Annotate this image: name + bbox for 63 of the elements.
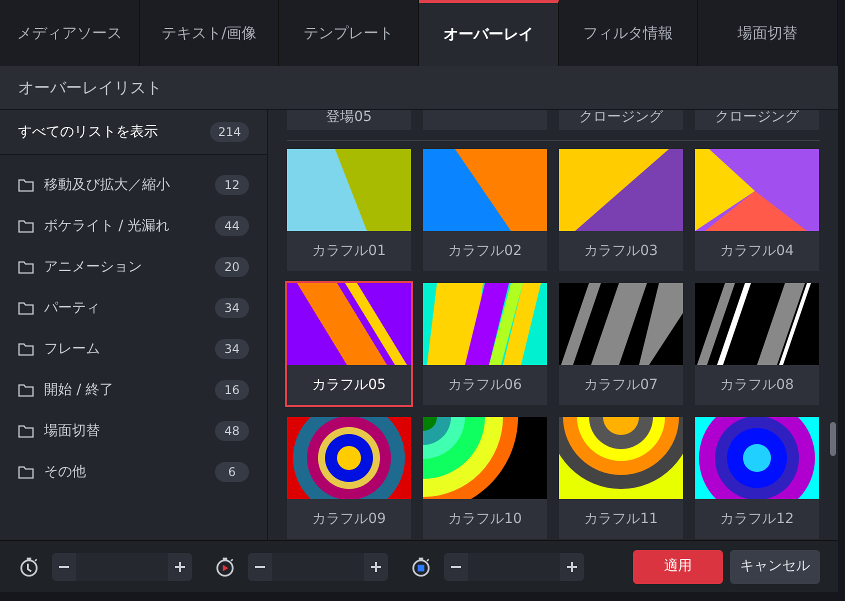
card-label: カラフル11 xyxy=(584,510,658,528)
count-badge: 34 xyxy=(215,298,249,318)
overlay-card[interactable]: カラフル05 xyxy=(287,283,411,405)
overlay-card[interactable]: カラフル12 xyxy=(695,417,819,539)
stopwatch-icon xyxy=(410,556,432,578)
count-badge: 44 xyxy=(215,216,249,236)
card-label: カラフル01 xyxy=(312,242,386,260)
overlay-card[interactable]: カラフル01 xyxy=(287,149,411,271)
card-label: カラフル05 xyxy=(312,376,386,394)
folder-icon xyxy=(18,178,34,192)
stopwatch-icon xyxy=(214,556,236,578)
cancel-button[interactable]: キャンセル xyxy=(730,550,820,584)
folder-item[interactable]: 移動及び拡大／縮小 xyxy=(44,174,205,196)
count-badge: 34 xyxy=(215,339,249,359)
folder-item[interactable]: ボケライト / 光漏れ xyxy=(44,216,205,236)
card-label: カラフル06 xyxy=(448,376,522,394)
folder-icon xyxy=(18,342,34,356)
overlay-card[interactable]: カラフル02 xyxy=(423,149,547,271)
count-badge: 20 xyxy=(215,257,249,277)
folder-item[interactable]: その他 xyxy=(44,462,205,482)
folder-item[interactable]: アニメーション xyxy=(44,256,205,278)
folder-icon xyxy=(18,260,34,274)
apply-button[interactable]: 適用 xyxy=(633,550,723,584)
tab[interactable]: オーバーレイ xyxy=(419,0,559,66)
overlay-card[interactable]: カラフル11 xyxy=(559,417,683,539)
overlay-card[interactable]: カラフル09 xyxy=(287,417,411,539)
list-header: オーバーレイリスト xyxy=(0,66,838,110)
folder-icon xyxy=(18,219,34,233)
count-badge: 16 xyxy=(215,380,249,400)
folder-item[interactable]: フレーム xyxy=(44,338,205,360)
card-label: 登場05 xyxy=(326,110,372,127)
card-label: クロージング xyxy=(579,110,663,127)
stopwatch-icon xyxy=(18,556,40,578)
count-badge: 214 xyxy=(210,122,249,142)
folder-icon xyxy=(18,424,34,438)
card-label: カラフル12 xyxy=(720,510,794,528)
card-label: カラフル09 xyxy=(312,510,386,528)
count-badge: 12 xyxy=(215,175,249,195)
overlay-card[interactable]: クロージング xyxy=(559,110,683,130)
folder-item[interactable]: パーティ xyxy=(44,298,205,318)
card-label: クロージング xyxy=(715,110,799,127)
card-label: カラフル07 xyxy=(584,376,658,394)
card-label: カラフル10 xyxy=(448,510,522,528)
folder-item[interactable]: 場面切替 xyxy=(44,420,205,442)
overlay-card[interactable]: カラフル08 xyxy=(695,283,819,405)
overlay-card[interactable]: 登場05 xyxy=(287,110,411,130)
count-badge: 6 xyxy=(215,462,249,482)
overlay-card[interactable]: カラフル07 xyxy=(559,283,683,405)
folder-icon xyxy=(18,465,34,479)
overlay-card[interactable]: クロージング xyxy=(695,110,819,130)
card-label: カラフル02 xyxy=(448,242,522,260)
card-label: カラフル04 xyxy=(720,242,794,260)
scrollbar-thumb[interactable] xyxy=(830,422,836,456)
count-badge: 48 xyxy=(215,421,249,441)
overlay-card[interactable]: カラフル10 xyxy=(423,417,547,539)
folder-icon xyxy=(18,383,34,397)
card-label: カラフル08 xyxy=(720,376,794,394)
overlay-card[interactable]: カラフル03 xyxy=(559,149,683,271)
card-label: カラフル03 xyxy=(584,242,658,260)
overlay-card[interactable]: カラフル06 xyxy=(423,283,547,405)
folder-icon xyxy=(18,301,34,315)
overlay-card[interactable]: カラフル04 xyxy=(695,149,819,271)
folder-item[interactable]: 開始 / 終了 xyxy=(44,380,205,400)
